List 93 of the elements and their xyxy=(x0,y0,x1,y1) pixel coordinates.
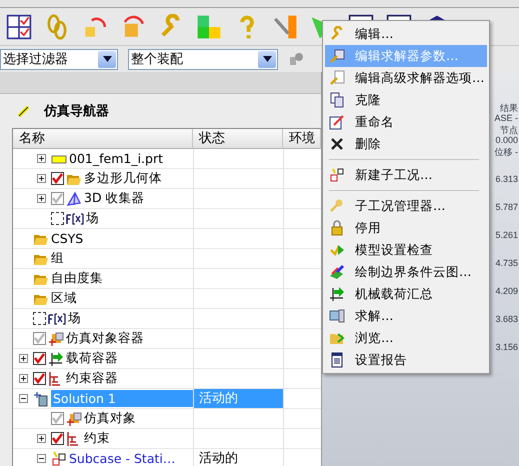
solution-icon xyxy=(33,390,49,406)
legend-text: 0.000 xyxy=(495,135,519,146)
legend-text: 节点 xyxy=(500,124,519,135)
tree-item-label[interactable]: 仿真对象 xyxy=(84,410,136,427)
sim-object-icon xyxy=(48,330,64,346)
tree-item-label[interactable]: CSYS xyxy=(51,231,84,246)
minus-icon xyxy=(20,395,27,402)
padlock-icon xyxy=(329,220,345,236)
menu-item[interactable]: 子工况管理器… xyxy=(325,195,487,217)
assembly-scope-dropdown[interactable]: 整个装配 xyxy=(128,48,278,70)
pencil-icon xyxy=(16,103,32,119)
tree-item-label[interactable]: 3D 收集器 xyxy=(84,190,145,207)
legend-text: ASE - xyxy=(494,113,519,124)
sim-object-icon xyxy=(66,410,82,426)
expand-toggle[interactable] xyxy=(37,154,46,163)
plus-icon xyxy=(20,355,27,362)
color-blocks-icon[interactable] xyxy=(196,14,222,40)
menu-item[interactable]: 编辑… xyxy=(325,23,487,45)
menu-item[interactable]: 绘制边界条件云图… xyxy=(325,261,487,283)
status-cell: 活动的 xyxy=(193,389,283,408)
checkbox[interactable] xyxy=(33,312,46,325)
tree-item-label[interactable]: 约束容器 xyxy=(66,370,118,387)
checkbox[interactable] xyxy=(51,212,64,225)
selection-filter-dropdown[interactable]: 选择过滤器 xyxy=(0,48,118,70)
load-arrow-icon xyxy=(48,350,64,366)
legend-text: 3.156 xyxy=(495,342,519,354)
expand-toggle[interactable] xyxy=(19,354,28,363)
load-arrow-icon xyxy=(329,286,345,302)
legend-text: 6.313 xyxy=(495,174,519,186)
column-header[interactable]: 状态 xyxy=(193,129,283,149)
plus-icon xyxy=(38,175,45,182)
expand-toggle[interactable] xyxy=(19,374,28,383)
menu-item[interactable]: 删除 xyxy=(325,133,487,155)
tree-item-label[interactable]: 自由度集 xyxy=(51,270,103,287)
dropdown-arrow-icon xyxy=(262,56,272,62)
tree-item-label[interactable]: 001_fem1_i.prt xyxy=(69,151,164,166)
panel-title: 仿真导航器 xyxy=(44,102,109,120)
triangle-mesh-icon xyxy=(66,190,82,206)
tree-item-label[interactable]: 多边形几何体 xyxy=(84,170,162,187)
legend-text: 结果 xyxy=(500,102,519,113)
collapse-toggle[interactable] xyxy=(37,454,46,463)
fx-icon xyxy=(66,212,84,226)
column-header[interactable]: 环境 xyxy=(283,129,321,149)
plus-icon xyxy=(38,155,45,162)
legend-text: 5.261 xyxy=(495,230,519,242)
tree-item-label[interactable]: 组 xyxy=(51,250,64,267)
menu-item[interactable]: 重命名 xyxy=(325,111,487,133)
plus-icon xyxy=(20,375,27,382)
tree-item-label[interactable]: Subcase - Stati… xyxy=(69,451,176,466)
menu-item[interactable]: 编辑高级求解器选项… xyxy=(325,67,487,89)
legend-text: 位移 - xyxy=(494,146,519,159)
color-contour-icon xyxy=(329,264,345,280)
copy-pages-icon xyxy=(329,92,345,108)
legend-text: 4.209 xyxy=(495,286,519,298)
expand-toggle[interactable] xyxy=(37,174,46,183)
tree-item-label[interactable]: 区域 xyxy=(51,290,77,307)
new-subcase-icon xyxy=(329,167,345,183)
tree-item-label[interactable]: 场 xyxy=(86,210,99,227)
wrench-page-icon xyxy=(329,70,345,86)
plus-icon xyxy=(38,195,45,202)
tree-item-label[interactable]: 载荷容器 xyxy=(66,350,118,367)
minus-icon xyxy=(38,455,45,462)
plus-icon xyxy=(38,435,45,442)
menu-item[interactable]: 模型设置检查 xyxy=(325,239,487,261)
wrench-icon xyxy=(329,26,345,42)
menu-item[interactable]: 求解… xyxy=(325,305,487,327)
check-arrow-icon xyxy=(329,242,345,258)
tree-item-label[interactable]: 场 xyxy=(68,310,81,327)
expand-toggle[interactable] xyxy=(37,194,46,203)
grid-check-icon[interactable] xyxy=(6,14,32,40)
delete-x-icon xyxy=(329,136,345,152)
wrench-window-icon xyxy=(329,48,345,64)
legend-text: 3.683 xyxy=(495,314,519,326)
menu-item[interactable]: 克隆 xyxy=(325,89,487,111)
collapse-toggle[interactable] xyxy=(19,394,28,403)
tree-item-label[interactable]: 仿真对象容器 xyxy=(66,330,144,347)
fx-icon xyxy=(48,312,66,326)
menu-item[interactable]: 设置报告 xyxy=(325,349,487,371)
key-icon xyxy=(329,198,345,214)
column-header[interactable]: 名称 xyxy=(13,129,193,149)
legend-text: 5.787 xyxy=(495,202,519,214)
menu-item[interactable]: 新建子工况… xyxy=(325,164,487,186)
menu-item[interactable]: 停用 xyxy=(325,217,487,239)
expand-toggle[interactable] xyxy=(37,434,46,443)
status-cell: 活动的 xyxy=(193,449,283,466)
rename-pencil-icon xyxy=(329,114,345,130)
legend-text: 4.735 xyxy=(495,258,519,270)
dropdown-arrow-icon xyxy=(102,56,112,62)
tree-item-label[interactable]: 约束 xyxy=(84,430,110,447)
menu-item[interactable]: 机械载荷汇总 xyxy=(325,283,487,305)
report-page-icon xyxy=(329,352,345,368)
menu-item[interactable]: 浏览… xyxy=(325,327,487,349)
assembly-filter-icon xyxy=(288,51,304,67)
